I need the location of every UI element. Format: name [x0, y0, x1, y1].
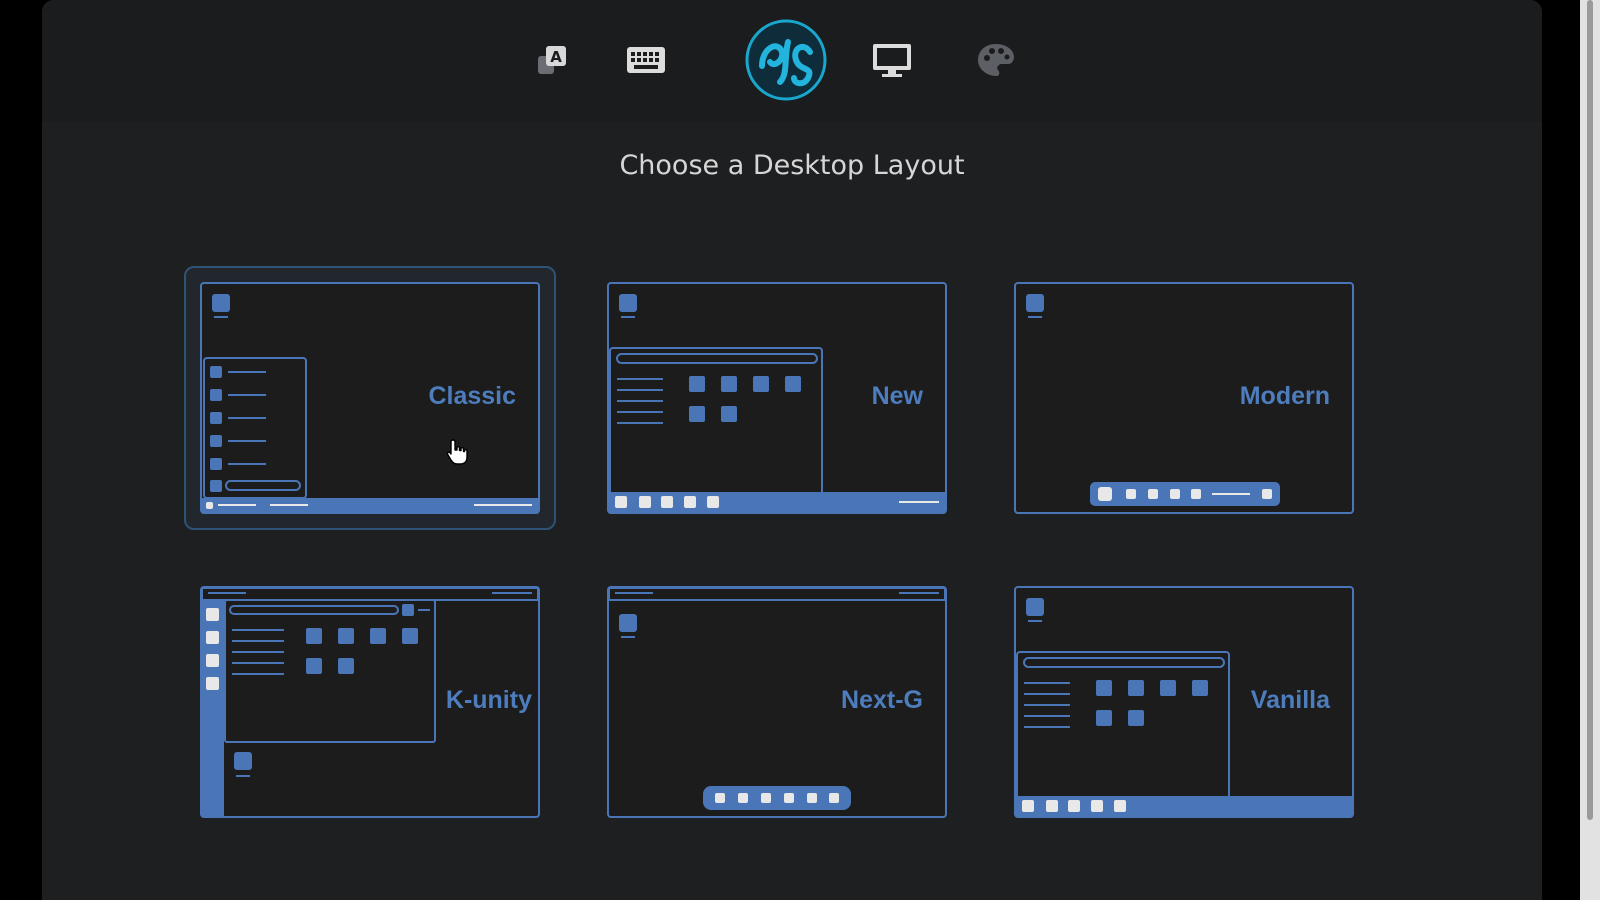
step-toolbar: A	[42, 0, 1542, 122]
keyboard-icon[interactable]	[624, 38, 668, 82]
layout-label-classic: Classic	[428, 382, 516, 410]
layout-card-new[interactable]: New	[607, 282, 947, 514]
palette-icon[interactable]	[974, 38, 1018, 82]
layout-label-new: New	[871, 382, 923, 410]
layout-card-vanilla[interactable]: Vanilla	[1014, 586, 1354, 818]
layout-card-k-unity[interactable]: K-unity	[200, 586, 540, 818]
layout-card-modern[interactable]: Modern	[1014, 282, 1354, 514]
page-title: Choose a Desktop Layout	[619, 150, 965, 181]
layout-label-k-unity: K-unity	[445, 686, 532, 714]
hand-cursor-icon	[446, 439, 468, 465]
layout-label-next-g: Next-G	[841, 686, 923, 714]
layout-card-classic[interactable]: Classic	[184, 266, 556, 530]
layout-card-next-g[interactable]: Next-G	[607, 586, 947, 818]
language-icon[interactable]: A	[530, 38, 574, 82]
language-icon-glyph: A	[550, 48, 562, 66]
bigcommunity-logo	[744, 18, 828, 102]
layout-label-vanilla: Vanilla	[1250, 686, 1330, 714]
layout-label-modern: Modern	[1239, 382, 1330, 410]
welcome-window: A Choose a Desktop Layout Classic New Mo…	[42, 0, 1542, 900]
scrollbar-thumb[interactable]	[1587, 0, 1593, 820]
display-icon[interactable]	[870, 38, 914, 82]
